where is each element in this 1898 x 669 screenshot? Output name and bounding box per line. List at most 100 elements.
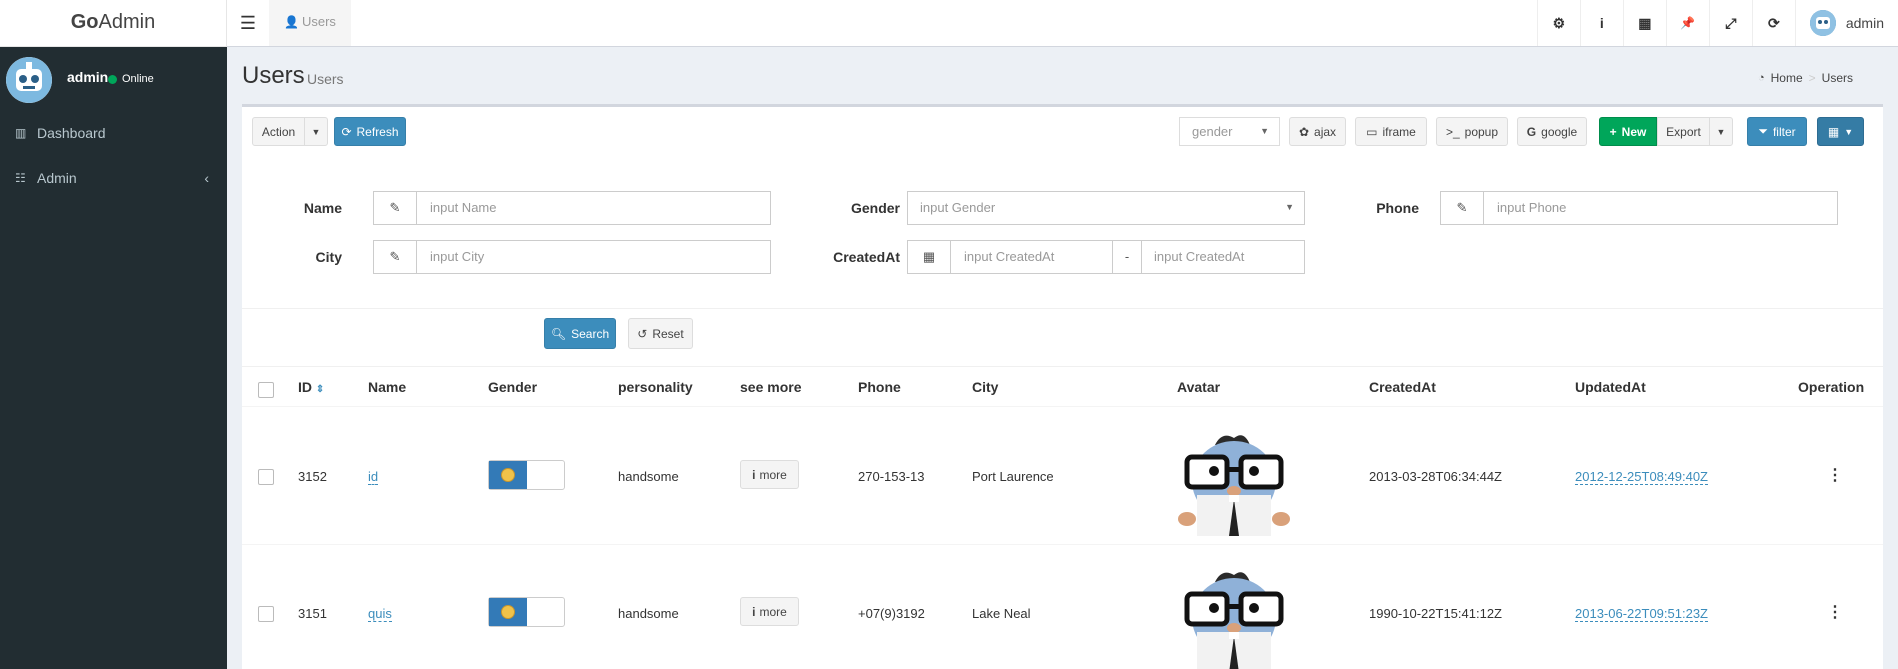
info-icon[interactable]: i — [1579, 0, 1623, 46]
caret-down-icon: ▼ — [1285, 202, 1294, 212]
cell-phone: +07(9)3192 — [858, 606, 925, 621]
breadcrumb: ◔ Home > Users — [1758, 71, 1853, 85]
action-button[interactable]: Action — [252, 117, 305, 146]
row-divider — [242, 406, 1883, 407]
google-button[interactable]: Ggoogle — [1517, 117, 1587, 146]
new-button[interactable]: + New — [1599, 117, 1657, 146]
column-header-name: Name — [368, 379, 407, 395]
range-separator: - — [1112, 240, 1142, 274]
cell-id: 3151 — [298, 606, 327, 621]
refresh-icon[interactable]: ⟳ — [1751, 0, 1795, 46]
cell-personality: handsome — [618, 606, 679, 621]
gopher-avatar — [1177, 566, 1292, 669]
gender-select-input[interactable]: input Gender ▼ — [907, 191, 1305, 225]
desktop-icon: ▭ — [1366, 124, 1378, 139]
createdat-start-input[interactable]: ▦ input CreatedAt — [907, 240, 1113, 274]
gear-icon[interactable]: ⚙ — [1536, 0, 1580, 46]
pencil-icon: ✎ — [374, 241, 417, 273]
row-checkbox[interactable] — [258, 469, 274, 485]
cell-name[interactable]: id — [368, 469, 379, 485]
column-header-id[interactable]: ID ⇕ — [298, 379, 324, 395]
dashboard-icon: ◔ — [1757, 72, 1765, 84]
divider — [242, 366, 1883, 367]
cell-personality: handsome — [618, 469, 679, 484]
cell-updatedat[interactable]: 2012-12-25T08:49:40Z — [1575, 469, 1708, 485]
pencil-icon: ✎ — [1441, 192, 1484, 224]
app-logo[interactable]: GoAdmin — [0, 0, 227, 47]
export-dropdown-toggle[interactable]: ▼ — [1709, 117, 1733, 146]
row-checkbox[interactable] — [258, 606, 274, 622]
gender-toggle[interactable] — [488, 597, 565, 627]
filter-icon: ⏷ — [1758, 124, 1768, 138]
cell-updatedat[interactable]: 2013-06-22T09:51:23Z — [1575, 606, 1708, 622]
sort-icon[interactable]: ⇕ — [316, 384, 324, 395]
grid-icon[interactable]: ▦ — [1622, 0, 1666, 46]
sidebar: admin Online ▥ Dashboard ☷ Admin ‹ — [0, 47, 227, 669]
sidebar-item-admin[interactable]: ☷ Admin ‹ — [0, 156, 227, 200]
filter-button[interactable]: ⏷ filter — [1747, 117, 1807, 146]
ajax-button[interactable]: ✿ ajax — [1289, 117, 1346, 146]
user-panel: admin Online — [6, 57, 216, 103]
column-header-see-more: see more — [740, 379, 802, 395]
column-header-updatedat: UpdatedAt — [1575, 379, 1646, 395]
users-box: Action ▼ ⟳ Refresh gender ▼ ✿ ajax ▭ iframe … — [242, 104, 1883, 669]
gender-filter-label: Gender — [850, 200, 900, 216]
phone-filter-label: Phone — [1376, 200, 1419, 216]
name-input[interactable]: ✎ input Name — [373, 191, 771, 225]
calendar-icon: ▦ — [908, 241, 951, 273]
online-status: Online — [108, 73, 154, 85]
sidebar-item-dashboard[interactable]: ▥ Dashboard — [0, 111, 227, 155]
avatar — [6, 57, 52, 103]
breadcrumb-home[interactable]: Home — [1771, 71, 1803, 85]
select-all-checkbox[interactable] — [258, 382, 274, 398]
top-icons: ⚙ i ▦ 📌 ⤢ ⟳ admin — [1536, 0, 1898, 46]
google-icon: G — [1526, 124, 1537, 139]
cell-name[interactable]: quis — [368, 606, 392, 622]
sidebar-toggle-icon[interactable]: ☰ — [227, 0, 269, 46]
reset-button[interactable]: ↺ Reset — [628, 318, 693, 349]
createdat-end-input[interactable]: input CreatedAt — [1141, 240, 1305, 274]
gender-select[interactable]: gender ▼ — [1179, 117, 1280, 146]
row-actions-icon[interactable]: ⋮ — [1827, 602, 1843, 622]
city-input[interactable]: ✎ input City — [373, 240, 771, 274]
refresh-icon: ⟳ — [341, 124, 352, 139]
tab-users[interactable]: 👤 Users — [269, 0, 351, 46]
android-icon: ✿ — [1298, 124, 1310, 139]
caret-down-icon: ▼ — [1844, 126, 1854, 137]
column-header-avatar: Avatar — [1177, 379, 1221, 395]
caret-down-icon: ▼ — [1716, 126, 1726, 137]
terminal-icon: >_ — [1445, 124, 1460, 139]
cell-city: Port Laurence — [972, 469, 1054, 484]
city-filter-label: City — [315, 249, 342, 265]
breadcrumb-current: Users — [1821, 71, 1853, 85]
refresh-button[interactable]: ⟳ Refresh — [334, 117, 406, 146]
row-actions-icon[interactable]: ⋮ — [1827, 465, 1843, 485]
search-button[interactable]: 🔍︎ Search — [544, 318, 616, 349]
columns-button[interactable]: ▦ ▼ — [1817, 117, 1864, 146]
more-button[interactable]: i more — [740, 460, 799, 489]
top-user-name: admin — [1845, 15, 1884, 31]
chevron-left-icon: ‹ — [204, 170, 209, 186]
info-icon: i — [752, 604, 756, 619]
action-dropdown-toggle[interactable]: ▼ — [304, 117, 328, 146]
export-button[interactable]: Export — [1657, 117, 1710, 146]
cell-createdat: 2013-03-28T06:34:44Z — [1369, 469, 1502, 484]
expand-icon[interactable]: ⤢ — [1708, 0, 1752, 46]
face-icon — [501, 605, 515, 619]
iframe-button[interactable]: ▭ iframe — [1355, 117, 1427, 146]
top-user-menu[interactable]: admin — [1794, 0, 1898, 46]
info-icon: i — [752, 467, 756, 482]
divider — [242, 308, 1883, 309]
more-button[interactable]: i more — [740, 597, 799, 626]
sidebar-user-name: admin — [67, 69, 109, 85]
phone-input[interactable]: ✎ input Phone — [1440, 191, 1838, 225]
popup-button[interactable]: >_ popup — [1436, 117, 1508, 146]
caret-down-icon: ▼ — [1260, 126, 1269, 136]
plus-icon: + — [1609, 124, 1617, 139]
column-header-operation: Operation — [1798, 379, 1865, 395]
gopher-avatar — [1177, 429, 1292, 536]
gender-toggle[interactable] — [488, 460, 565, 490]
cell-createdat: 1990-10-22T15:41:12Z — [1369, 606, 1502, 621]
cell-city: Lake Neal — [972, 606, 1031, 621]
pin-icon[interactable]: 📌 — [1665, 0, 1709, 46]
